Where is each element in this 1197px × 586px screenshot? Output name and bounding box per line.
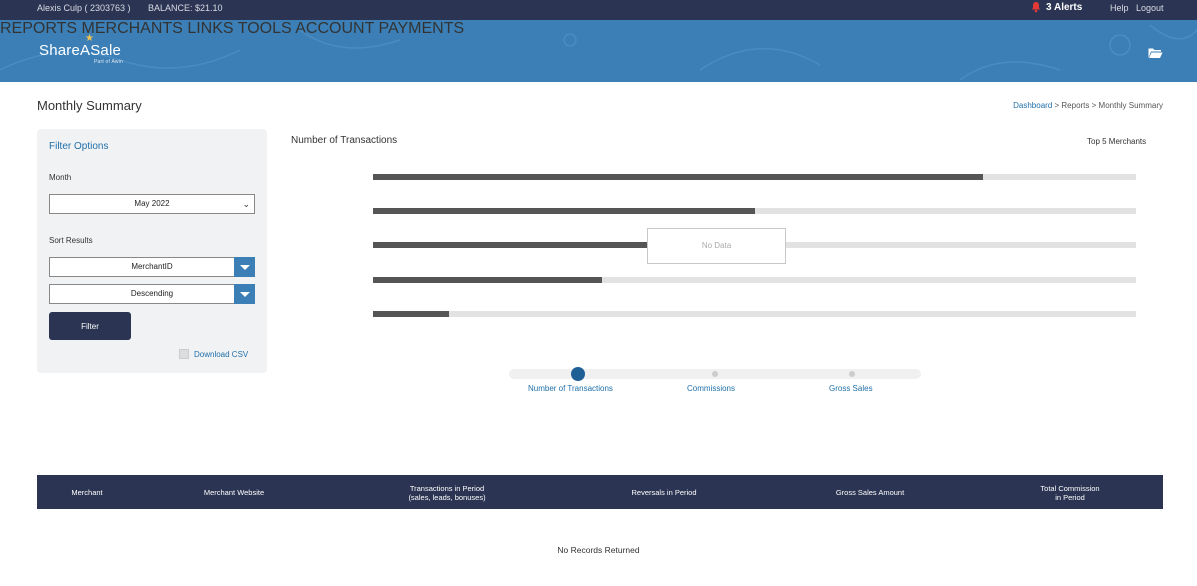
filter-button[interactable]: Filter [49,312,131,340]
filter-panel: Filter Options Month May 2022 ⌄ Sort Res… [37,129,267,373]
bar[interactable] [373,277,602,283]
bell-icon [1031,2,1041,13]
bar[interactable] [373,242,648,248]
chevron-down-icon: ⌄ [242,199,250,209]
slider-dot-commissions[interactable] [712,371,718,377]
chart-title: Number of Transactions [291,135,398,146]
brand-logo[interactable]: ★ ShareASale Part of Awin [39,33,123,65]
alerts-label: 3 Alerts [1046,1,1083,13]
bar-track [373,311,1136,317]
balance: BALANCE: $21.10 [148,3,223,13]
slider-dot-gross-sales[interactable] [849,371,855,377]
bar[interactable] [373,311,449,317]
sort-field-select[interactable]: MerchantID [49,257,255,277]
download-checkbox[interactable] [179,349,189,359]
breadcrumb-reports[interactable]: Reports [1061,101,1089,110]
column-total-commission[interactable]: Total Commission in Period [1010,484,1130,502]
help-link[interactable]: Help [1110,3,1129,13]
main-nav: ★ ShareASale Part of Awin REPORTS MERCHA… [0,20,1197,82]
no-records-message: No Records Returned [557,545,640,555]
sort-label: Sort Results [49,236,93,245]
sort-order-select[interactable]: Descending [49,284,255,304]
logout-link[interactable]: Logout [1136,3,1164,13]
bar-track [373,208,1136,214]
chart-legend: Top 5 Merchants [1087,137,1147,146]
column-gross-sales[interactable]: Gross Sales Amount [810,488,930,497]
no-data-tooltip: No Data [647,228,786,264]
breadcrumb-current: Monthly Summary [1098,101,1163,110]
breadcrumb-separator: > [1089,101,1099,110]
slider-dot-transactions[interactable] [571,367,585,381]
folder-icon[interactable] [1148,47,1163,59]
alerts-link[interactable]: 3 Alerts [1030,1,1082,13]
month-value: May 2022 [134,199,170,208]
month-select[interactable]: May 2022 ⌄ [49,194,255,214]
filter-title: Filter Options [49,141,109,152]
dropdown-arrow-icon[interactable] [234,257,255,277]
download-label[interactable]: Download CSV [194,350,248,359]
top-bar: Alexis Culp ( 2303763 ) BALANCE: $21.10 … [0,0,1197,20]
download-csv[interactable]: Download CSV [179,349,248,359]
brand-tagline: Part of Awin [94,59,123,65]
column-merchant-website[interactable]: Merchant Website [174,488,294,497]
user-name: Alexis Culp ( 2303763 ) [37,3,131,13]
page-title: Monthly Summary [37,98,142,113]
star-icon: ★ [85,33,95,44]
slider-label-gross-sales[interactable]: Gross Sales [829,384,873,393]
breadcrumb-dashboard[interactable]: Dashboard [1013,101,1052,110]
bar[interactable] [373,174,983,180]
bar-track [373,277,1136,283]
breadcrumb: Dashboard > Reports > Monthly Summary [1013,101,1163,110]
brand-name: ShareASale [39,42,122,59]
sort-order-value: Descending [130,289,174,298]
bar[interactable] [373,208,755,214]
bar-track [373,174,1136,180]
slider-label-commissions[interactable]: Commissions [687,384,735,393]
sort-field-value: MerchantID [131,262,173,271]
table-header: Merchant Merchant Website Transactions i… [37,475,1163,509]
dropdown-arrow-icon[interactable] [234,284,255,304]
column-merchant[interactable]: Merchant [37,488,137,497]
column-transactions[interactable]: Transactions in Period (sales, leads, bo… [377,484,517,502]
column-reversals[interactable]: Reversals in Period [604,488,724,497]
nav-background-pattern [0,24,1197,81]
month-label: Month [49,173,72,182]
slider-label-transactions[interactable]: Number of Transactions [528,384,613,393]
